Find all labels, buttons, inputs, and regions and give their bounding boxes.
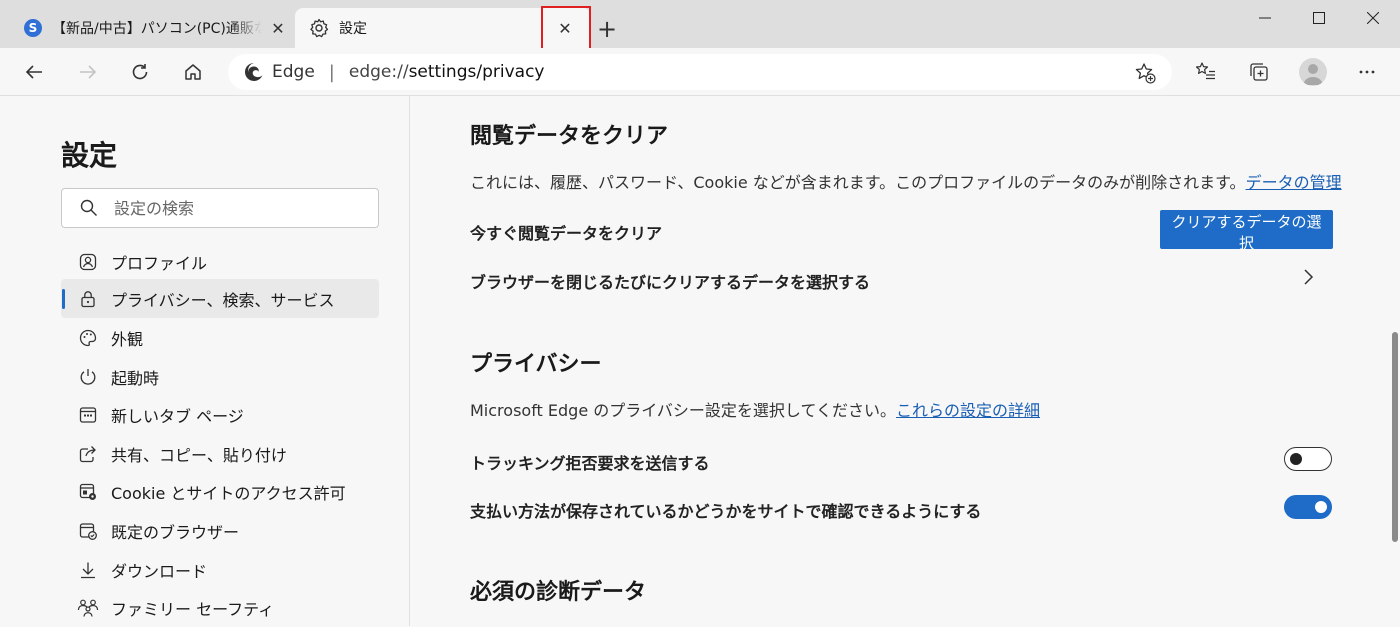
url-prefix: edge:// <box>348 62 409 82</box>
search-icon <box>80 199 97 216</box>
sidebar-item-appearance[interactable]: 外観 <box>61 318 379 357</box>
maximize-icon <box>1313 12 1325 24</box>
lock-icon <box>77 288 99 310</box>
sidebar-item-startup[interactable]: 起動時 <box>61 357 379 396</box>
sidebar-item-family[interactable]: ファミリー セーフティ <box>61 588 379 627</box>
privacy-description-text: Microsoft Edge のプライバシー設定を選択してください。 <box>470 401 896 420</box>
tab-sofmap[interactable]: S 【新品/中古】パソコン(PC)通販ならソフマップ ✕ <box>16 8 294 48</box>
sidebar-item-label: 外観 <box>111 329 144 349</box>
palette-icon <box>77 327 99 349</box>
refresh-icon <box>132 64 148 80</box>
site-permissions-icon <box>77 481 99 503</box>
sidebar-item-privacy[interactable]: プライバシー、検索、サービス <box>61 279 379 318</box>
more-options-button[interactable] <box>1351 56 1383 88</box>
sidebar-item-default-browser[interactable]: 既定のブラウザー <box>61 511 379 550</box>
home-icon <box>185 64 201 80</box>
clear-on-close-row[interactable]: ブラウザーを閉じるたびにクリアするデータを選択する <box>470 269 870 293</box>
sofmap-favicon-icon: S <box>24 19 42 37</box>
settings-search-box[interactable] <box>61 188 379 228</box>
add-favorite-icon[interactable] <box>1134 62 1156 84</box>
sidebar-item-label: Cookie とサイトのアクセス許可 <box>111 483 346 503</box>
avatar-icon <box>1303 64 1323 85</box>
back-button[interactable] <box>18 56 50 88</box>
home-button[interactable] <box>177 56 209 88</box>
favorites-button[interactable] <box>1190 56 1222 88</box>
do-not-track-label: トラッキング拒否要求を送信する <box>470 454 710 473</box>
settings-search-input[interactable] <box>112 197 366 219</box>
privacy-description: Microsoft Edge のプライバシー設定を選択してください。これらの設定… <box>470 397 1040 421</box>
payment-check-label: 支払い方法が保存されているかどうかをサイトで確認できるようにする <box>470 502 982 521</box>
clear-data-heading: 閲覧データをクリア <box>470 124 669 149</box>
back-arrow-icon <box>25 65 42 79</box>
diagnostic-data-heading: 必須の診断データ <box>470 580 647 605</box>
sidebar-item-label: 既定のブラウザー <box>111 522 240 542</box>
tab-strip: S 【新品/中古】パソコン(PC)通販ならソフマップ ✕ 設定 ✕ + <box>0 0 1400 56</box>
address-url[interactable]: edge://settings/privacy <box>349 62 545 82</box>
share-icon <box>77 443 99 465</box>
sidebar-item-label: プライバシー、検索、サービス <box>111 290 335 310</box>
collections-icon <box>1250 63 1268 81</box>
more-dots-icon <box>1359 70 1375 74</box>
content-scrollbar[interactable] <box>1392 332 1398 542</box>
sidebar-item-share[interactable]: 共有、コピー、貼り付け <box>61 434 379 473</box>
sidebar-item-label: ダウンロード <box>111 561 208 581</box>
profile-avatar[interactable] <box>1299 58 1327 86</box>
clear-data-description: これには、履歴、パスワード、Cookie などが含まれます。このプロファイルのデ… <box>470 169 1342 193</box>
window-close-button[interactable] <box>1346 0 1400 36</box>
settings-content: 閲覧データをクリア これには、履歴、パスワード、Cookie などが含まれます。… <box>410 96 1400 626</box>
sidebar-item-label: 共有、コピー、貼り付け <box>111 445 287 465</box>
toggle-knob <box>1315 501 1327 513</box>
family-icon <box>77 597 99 619</box>
toolbar: Edge | edge://settings/privacy <box>0 48 1400 96</box>
tab-close-icon[interactable]: ✕ <box>264 14 292 42</box>
chevron-right-icon[interactable] <box>1298 266 1318 288</box>
sidebar-item-profile[interactable]: プロファイル <box>61 242 379 281</box>
settings-sidebar: 設定 プロファイル プライバシー、検索、サービス 外観 起動時 新しいタブ ペ <box>0 96 410 626</box>
sidebar-item-newtab[interactable]: 新しいタブ ページ <box>61 395 379 434</box>
sidebar-item-cookies[interactable]: Cookie とサイトのアクセス許可 <box>61 472 379 511</box>
clear-data-description-text: これには、履歴、パスワード、Cookie などが含まれます。このプロファイルのデ… <box>470 173 1246 192</box>
download-icon <box>77 559 99 581</box>
sidebar-item-downloads[interactable]: ダウンロード <box>61 550 379 589</box>
privacy-details-link[interactable]: これらの設定の詳細 <box>896 401 1040 420</box>
new-tab-button[interactable]: + <box>594 15 620 43</box>
sidebar-item-label: ファミリー セーフティ <box>111 599 275 619</box>
sidebar-item-label: 新しいタブ ページ <box>111 406 244 426</box>
tab-title: 【新品/中古】パソコン(PC)通販ならソフマップ <box>52 21 262 37</box>
minimize-icon <box>1259 17 1271 19</box>
manage-data-link[interactable]: データの管理 <box>1246 173 1342 192</box>
url-path: settings/privacy <box>408 62 545 82</box>
address-site-label: Edge <box>272 62 315 82</box>
choose-what-to-clear-button[interactable]: クリアするデータの選択 <box>1160 210 1333 252</box>
privacy-heading: プライバシー <box>470 352 602 377</box>
refresh-button[interactable] <box>124 56 156 88</box>
sidebar-item-label: 起動時 <box>111 368 160 388</box>
address-separator: | <box>328 61 335 83</box>
sidebar-title: 設定 <box>61 139 118 172</box>
clear-now-label: 今すぐ閲覧データをクリア <box>470 224 663 243</box>
do-not-track-toggle[interactable] <box>1284 447 1332 471</box>
collections-button[interactable] <box>1243 56 1275 88</box>
payment-check-toggle[interactable] <box>1284 495 1332 519</box>
tab-title: 設定 <box>339 21 367 37</box>
address-bar[interactable]: Edge | edge://settings/privacy <box>228 54 1172 90</box>
edge-logo-icon <box>245 63 263 81</box>
forward-button[interactable] <box>72 56 104 88</box>
power-icon <box>77 366 99 388</box>
favorites-list-icon <box>1195 62 1215 80</box>
default-browser-icon <box>77 520 99 542</box>
minimize-button[interactable] <box>1238 0 1292 36</box>
maximize-button[interactable] <box>1292 0 1346 36</box>
forward-arrow-icon <box>80 65 97 79</box>
close-icon <box>1367 12 1379 24</box>
gear-icon <box>310 18 329 38</box>
toggle-knob <box>1290 453 1302 465</box>
profile-icon <box>77 251 99 273</box>
sidebar-item-label: プロファイル <box>111 253 208 273</box>
newtab-page-icon <box>77 404 99 426</box>
